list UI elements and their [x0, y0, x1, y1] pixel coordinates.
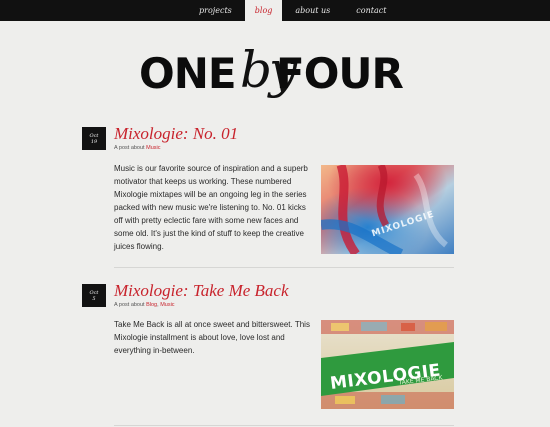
top-navigation-bar: projects blog about us contact: [0, 0, 550, 21]
post-thumbnail[interactable]: MIXOLOGIE TAKE ME BACK: [321, 320, 454, 409]
post-excerpt: Music is our favorite source of inspirat…: [114, 164, 308, 251]
post-meta: A post about Music: [114, 145, 160, 151]
date-month: Oct: [89, 290, 99, 296]
nav-item-blog[interactable]: blog: [244, 0, 283, 21]
post-title-link[interactable]: Mixologie: No. 01: [114, 124, 238, 144]
post-meta-prefix: A post about: [114, 145, 147, 151]
category-link-music[interactable]: Music: [146, 145, 160, 151]
post-excerpt: Take Me Back is all at once sweet and bi…: [114, 320, 310, 355]
post-divider: [114, 425, 454, 426]
date-day: 19: [90, 139, 98, 145]
date-day: 5: [92, 296, 96, 302]
nav-item-projects[interactable]: projects: [186, 0, 245, 21]
main-nav: projects blog about us contact: [186, 0, 399, 21]
post-thumbnail[interactable]: MIXOLOGIE: [321, 165, 454, 254]
date-badge: Oct 19: [82, 127, 106, 150]
logo-four-text: FOUR: [276, 49, 404, 98]
post-title-link[interactable]: Mixologie: Take Me Back: [114, 281, 289, 301]
site-logo[interactable]: ONE by FOUR: [139, 38, 411, 114]
date-month: Oct: [89, 133, 99, 139]
logo-one-text: ONE: [139, 49, 237, 98]
post-meta-prefix: A post about: [114, 302, 147, 308]
category-link-music[interactable]: Music: [160, 302, 174, 308]
mixologie-take-me-back-image: MIXOLOGIE TAKE ME BACK: [321, 320, 454, 409]
mixologie-abstract-image: MIXOLOGIE: [321, 165, 454, 254]
nav-item-contact[interactable]: contact: [343, 0, 399, 21]
nav-item-about-us[interactable]: about us: [282, 0, 343, 21]
category-link-blog[interactable]: Blog: [146, 302, 157, 308]
post-divider: [114, 267, 454, 268]
date-badge: Oct 5: [82, 284, 106, 307]
post-meta: A post about Blog, Music: [114, 302, 175, 308]
